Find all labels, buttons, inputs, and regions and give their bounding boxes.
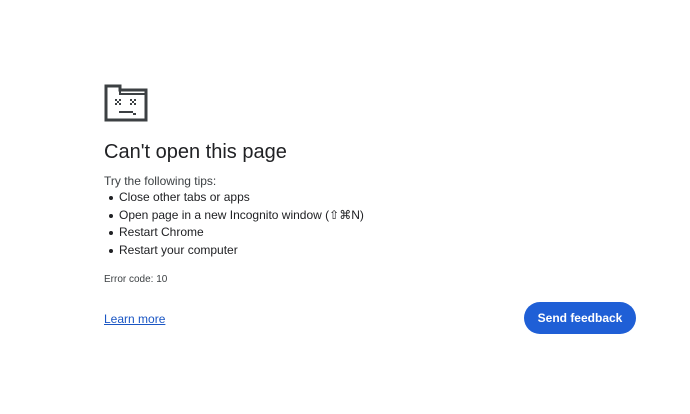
list-item: Open page in a new Incognito window (⇧⌘N…: [104, 207, 364, 225]
error-page: Can't open this page Try the following t…: [0, 0, 690, 414]
tips-list: Close other tabs or apps Open page in a …: [104, 189, 364, 259]
error-code: Error code: 10: [104, 274, 168, 285]
tips-intro: Try the following tips:: [104, 174, 217, 188]
list-item: Close other tabs or apps: [104, 189, 364, 207]
sad-folder-icon: [104, 84, 148, 122]
list-item: Restart your computer: [104, 242, 364, 260]
list-item: Restart Chrome: [104, 224, 364, 242]
page-title: Can't open this page: [104, 141, 287, 163]
send-feedback-button[interactable]: Send feedback: [524, 302, 636, 334]
learn-more-link[interactable]: Learn more: [104, 311, 165, 327]
